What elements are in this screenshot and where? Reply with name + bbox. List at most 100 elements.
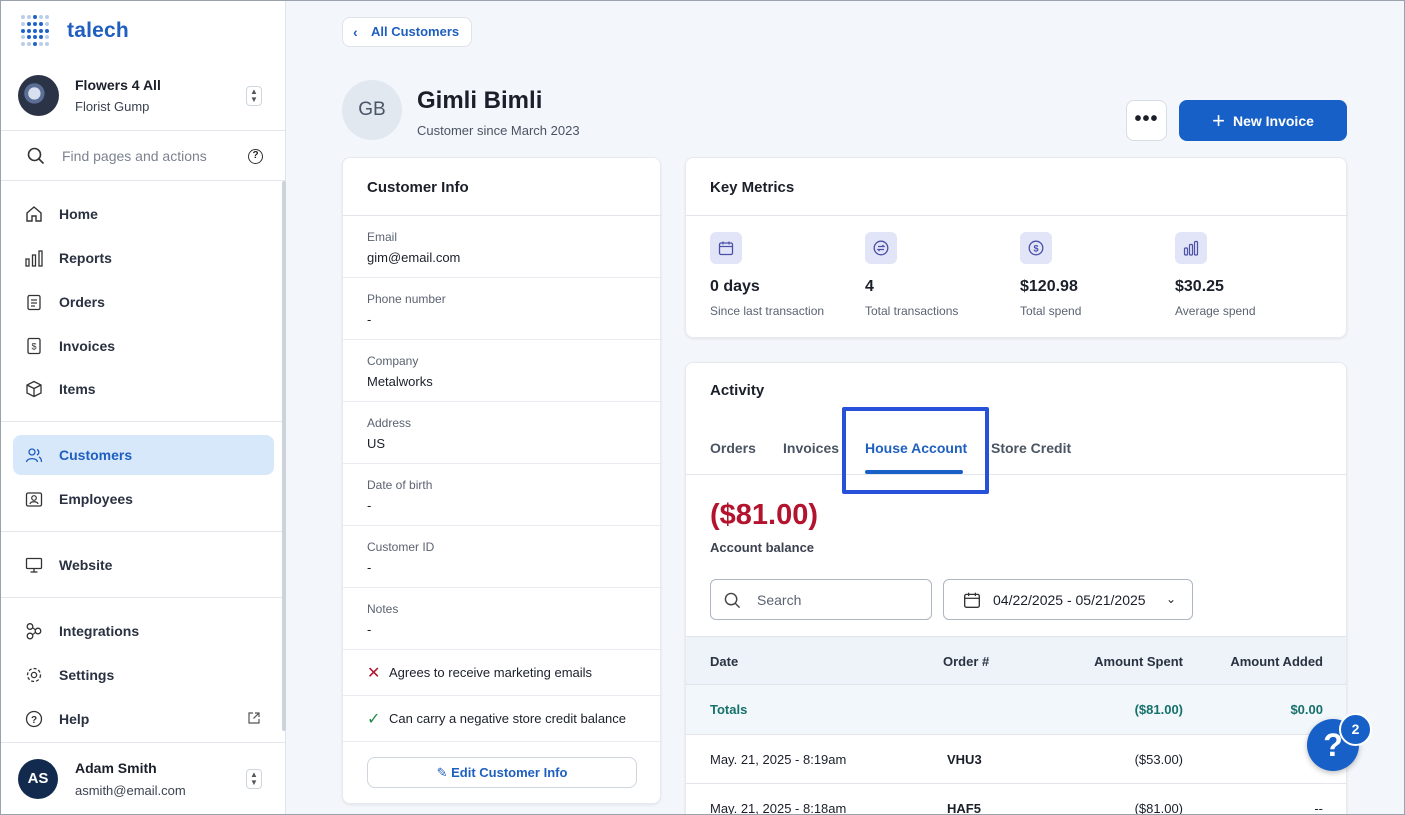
- calendar-icon: [964, 592, 980, 608]
- svg-text:$: $: [1033, 244, 1038, 254]
- calendar-icon: [710, 232, 742, 264]
- plus-icon: +: [1212, 108, 1225, 133]
- key-metrics-card: Key Metrics 0 days Since last transactio…: [685, 157, 1348, 338]
- sidebar-item-label: Employees: [59, 491, 133, 507]
- field-label: Company: [367, 354, 419, 368]
- sidebar-item-employees[interactable]: Employees: [13, 479, 274, 519]
- sidebar-item-label: Customers: [59, 447, 133, 463]
- row-amount-spent: ($81.00): [1134, 801, 1183, 814]
- tab-store-credit[interactable]: Store Credit: [991, 440, 1071, 456]
- brand-logo[interactable]: talech: [21, 15, 129, 47]
- field-label: Notes: [367, 602, 399, 616]
- metric-label: Total transactions: [865, 304, 959, 318]
- search-icon: [27, 147, 45, 165]
- key-metrics-title: Key Metrics: [710, 179, 795, 196]
- field-value: US: [367, 436, 386, 451]
- customer-info-title: Customer Info: [367, 179, 469, 196]
- sidebar-item-website[interactable]: Website: [13, 545, 274, 585]
- user-email: asmith@email.com: [75, 783, 186, 798]
- column-header-order[interactable]: Order #: [943, 654, 989, 669]
- field-value: -: [367, 622, 372, 637]
- row-order-number[interactable]: VHU3: [947, 752, 982, 767]
- tab-orders[interactable]: Orders: [710, 440, 756, 456]
- sidebar-item-integrations[interactable]: Integrations: [13, 611, 274, 651]
- row-amount-added: --: [1314, 801, 1323, 814]
- svg-text:?: ?: [31, 715, 37, 726]
- field-value: -: [367, 560, 372, 575]
- integrations-icon: [26, 623, 42, 640]
- user-menu-chevron-icon[interactable]: ▲ ▼: [246, 769, 262, 789]
- field-address: Address US: [343, 402, 662, 464]
- field-label: Phone number: [367, 292, 446, 306]
- sidebar-item-items[interactable]: Items: [13, 369, 274, 409]
- store-switcher[interactable]: Flowers 4 All Florist Gump ▲ ▼: [1, 63, 286, 131]
- store-owner: Florist Gump: [75, 99, 150, 114]
- user-name: Adam Smith: [75, 760, 157, 776]
- row-order-number[interactable]: HAF5: [947, 801, 981, 814]
- users-icon: [25, 448, 43, 463]
- sidebar-item-label: Help: [59, 711, 90, 727]
- gear-icon: [26, 667, 42, 683]
- column-header-amount-added[interactable]: Amount Added: [1196, 654, 1323, 669]
- search-help-icon[interactable]: ?: [248, 149, 263, 164]
- sidebar-item-label: Integrations: [59, 623, 140, 639]
- field-company: Company Metalworks: [343, 340, 662, 402]
- chevron-left-icon: ‹: [353, 24, 358, 40]
- table-row[interactable]: May. 21, 2025 - 8:19am VHU3 ($53.00): [686, 735, 1346, 784]
- metric-average-spend: $30.25 Average spend: [1175, 232, 1325, 318]
- column-header-date[interactable]: Date: [710, 654, 738, 669]
- field-label: Address: [367, 416, 412, 430]
- date-range-picker[interactable]: 04/22/2025 - 05/21/2025 ⌄: [943, 579, 1193, 620]
- field-label: Date of birth: [367, 478, 433, 492]
- sidebar-item-label: Orders: [59, 294, 105, 310]
- nav-search-placeholder: Find pages and actions: [62, 148, 207, 164]
- box-icon: [26, 380, 42, 398]
- table-row[interactable]: May. 21, 2025 - 8:18am HAF5 ($81.00) --: [686, 784, 1346, 814]
- sidebar-item-settings[interactable]: Settings: [13, 655, 274, 695]
- pencil-icon: ✎: [436, 765, 448, 780]
- field-email: Email gim@email.com: [343, 216, 662, 278]
- sidebar-item-reports[interactable]: Reports: [13, 238, 274, 278]
- flag-text: Can carry a negative store credit balanc…: [389, 711, 627, 726]
- metric-value: $120.98: [1020, 278, 1078, 295]
- field-label: Email: [367, 230, 398, 244]
- column-header-amount-spent[interactable]: Amount Spent: [1046, 654, 1183, 669]
- account-balance-value: ($81.00): [710, 499, 819, 531]
- sidebar-item-orders[interactable]: Orders: [13, 282, 274, 322]
- sidebar-item-help[interactable]: ? Help: [13, 699, 274, 739]
- sidebar-item-invoices[interactable]: $ Invoices: [13, 326, 274, 366]
- metric-label: Average spend: [1175, 304, 1256, 318]
- user-menu[interactable]: AS Adam Smith asmith@email.com ▲ ▼: [1, 742, 286, 814]
- back-to-customers-button[interactable]: ‹ All Customers: [342, 17, 473, 47]
- question-icon: ?: [25, 710, 43, 728]
- nav-divider: [1, 597, 286, 598]
- nav-search[interactable]: Find pages and actions ?: [1, 131, 286, 181]
- edit-customer-info-button[interactable]: ✎ Edit Customer Info: [367, 757, 637, 788]
- customer-since: Customer since March 2023: [417, 123, 580, 138]
- totals-row: Totals ($81.00) $0.00: [686, 685, 1346, 735]
- sidebar-item-customers[interactable]: Customers: [13, 435, 274, 475]
- new-invoice-button[interactable]: + New Invoice: [1179, 100, 1347, 141]
- search-icon: [724, 592, 741, 609]
- activity-search-input[interactable]: Search: [710, 579, 932, 620]
- bar-chart-icon: [1175, 232, 1207, 264]
- totals-added: $0.00: [1290, 702, 1323, 717]
- sidebar: talech Flowers 4 All Florist Gump ▲ ▼ Fin…: [1, 1, 286, 814]
- field-notes: Notes -: [343, 588, 662, 650]
- id-badge-icon: [25, 492, 43, 507]
- metric-label: Since last transaction: [710, 304, 825, 318]
- field-phone: Phone number -: [343, 278, 662, 340]
- tab-invoices[interactable]: Invoices: [783, 440, 839, 456]
- sidebar-scrollbar[interactable]: [282, 181, 286, 731]
- sidebar-item-home[interactable]: Home: [13, 194, 274, 234]
- page-title: Gimli Bimli: [417, 87, 543, 114]
- customer-info-card: Customer Info Email gim@email.com Phone …: [342, 157, 662, 804]
- nav-divider: [1, 531, 286, 532]
- clipboard-icon: [27, 294, 41, 311]
- totals-spent: ($81.00): [1134, 702, 1183, 717]
- x-icon: ✕: [367, 665, 381, 682]
- store-switch-chevron-icon[interactable]: ▲ ▼: [246, 86, 262, 106]
- more-actions-button[interactable]: •••: [1126, 100, 1167, 141]
- avatar: AS: [18, 759, 58, 799]
- new-invoice-label: New Invoice: [1232, 113, 1314, 129]
